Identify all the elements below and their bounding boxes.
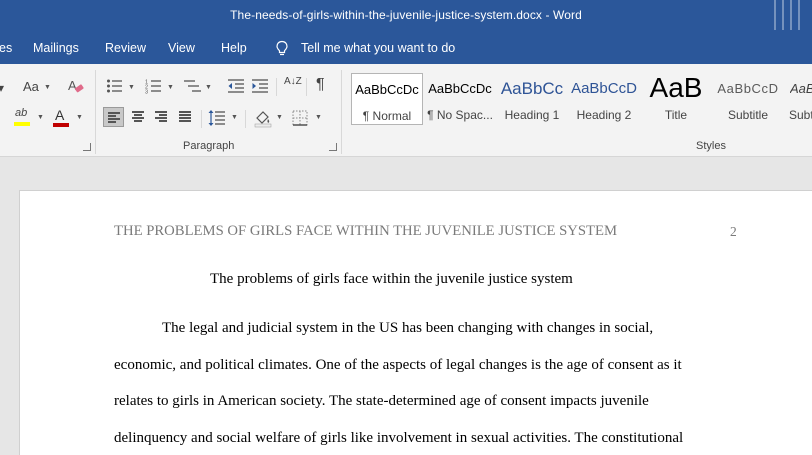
tell-me-search[interactable]: Tell me what you want to do (301, 41, 455, 55)
align-left-icon (108, 112, 120, 123)
align-left-button[interactable] (103, 107, 124, 127)
highlight-color-swatch (14, 122, 30, 126)
justify-icon (179, 111, 191, 122)
title-bar: The-needs-of-girls-within-the-juvenile-j… (0, 0, 812, 33)
tab-view[interactable]: View (168, 41, 195, 55)
chevron-down-icon[interactable]: ▼ (76, 114, 83, 121)
ribbon-tabs: es Mailings Review View Help Tell me wha… (0, 33, 812, 64)
body-line[interactable]: delinquency and social welfare of girls … (114, 430, 683, 447)
chevron-down-icon[interactable]: ▼ (276, 114, 283, 121)
tab-review[interactable]: Review (105, 41, 146, 55)
justify-button[interactable] (175, 107, 196, 127)
highlighter-icon: ab (15, 107, 28, 119)
multilevel-list-icon[interactable] (183, 78, 202, 94)
divider (201, 110, 202, 128)
style-heading-1[interactable]: AaBbCc Heading 1 (498, 73, 566, 125)
align-right-button[interactable] (151, 107, 172, 127)
line-spacing-icon[interactable] (208, 109, 226, 127)
increase-indent-icon[interactable] (251, 78, 269, 94)
font-color-button[interactable]: A (52, 107, 72, 129)
style-normal[interactable]: AaBbCcDc ¶ Normal (351, 73, 423, 125)
clear-formatting-icon[interactable]: A (67, 77, 85, 95)
body-line[interactable]: relates to girls in American society. Th… (114, 393, 649, 410)
chevron-down-icon[interactable]: ▼ (44, 84, 51, 91)
body-line[interactable]: The legal and judicial system in the US … (162, 320, 653, 337)
shading-icon[interactable] (253, 108, 273, 128)
style-subtle-emphasis[interactable]: AaBl Subt (786, 73, 812, 125)
group-divider (341, 70, 342, 154)
style-title[interactable]: AaB Title (642, 72, 710, 125)
document-canvas[interactable]: THE PROBLEMS OF GIRLS FACE WITHIN THE JU… (0, 157, 812, 455)
page-number: 2 (730, 224, 737, 239)
tab-mailings[interactable]: Mailings (33, 41, 79, 55)
style-no-spacing[interactable]: AaBbCcDc ¶ No Spac... (425, 73, 495, 125)
chevron-down-icon[interactable]: ▼ (37, 114, 44, 121)
divider (245, 110, 246, 128)
svg-text:3: 3 (145, 90, 148, 95)
chevron-down-icon[interactable]: ▼ (128, 84, 135, 91)
lightbulb-icon (276, 40, 288, 56)
font-size-caret-icon[interactable]: ▾ (0, 80, 4, 96)
font-color-icon: A (55, 107, 65, 123)
highlight-button[interactable]: ab (12, 107, 34, 129)
divider (306, 78, 307, 96)
chevron-down-icon[interactable]: ▼ (231, 114, 238, 121)
running-header[interactable]: THE PROBLEMS OF GIRLS FACE WITHIN THE JU… (114, 223, 617, 240)
numbering-icon[interactable]: 1 2 3 (145, 78, 163, 94)
styles-group-label: Styles (696, 140, 726, 152)
show-formatting-marks-icon[interactable]: ¶ (316, 77, 325, 93)
change-case-button[interactable]: Aa (23, 79, 39, 95)
align-right-icon (155, 111, 167, 122)
font-color-swatch (53, 123, 69, 127)
svg-text:A: A (68, 78, 77, 93)
body-line[interactable]: economic, and political climates. One of… (114, 357, 682, 374)
style-subtitle[interactable]: AaBbCcD Subtitle (714, 73, 782, 125)
align-center-icon (132, 111, 144, 122)
chevron-down-icon[interactable]: ▼ (205, 84, 212, 91)
chevron-down-icon[interactable]: ▼ (315, 114, 322, 121)
window-title: The-needs-of-girls-within-the-juvenile-j… (230, 8, 582, 22)
divider (276, 78, 277, 96)
group-divider (95, 70, 96, 154)
document-page[interactable]: THE PROBLEMS OF GIRLS FACE WITHIN THE JU… (19, 190, 812, 455)
center-button[interactable] (128, 107, 149, 127)
chevron-down-icon[interactable]: ▼ (167, 84, 174, 91)
tab-references[interactable]: es (0, 41, 12, 55)
tab-help[interactable]: Help (221, 41, 247, 55)
decrease-indent-icon[interactable] (227, 78, 245, 94)
borders-icon[interactable] (292, 110, 308, 126)
bullets-icon[interactable] (106, 78, 124, 94)
paragraph-group-label: Paragraph (183, 140, 235, 152)
document-title[interactable]: The problems of girls face within the ju… (210, 271, 573, 288)
paragraph-dialog-launcher-icon[interactable] (329, 143, 337, 151)
sort-icon[interactable]: A↓Z (284, 77, 302, 87)
window-controls[interactable] (772, 0, 806, 30)
style-heading-2[interactable]: AaBbCcD Heading 2 (570, 73, 638, 125)
font-dialog-launcher-icon[interactable] (83, 143, 91, 151)
ribbon: ▾ Aa ▼ A ab ▼ A ▼ ▼ 1 2 3 ▼ ▼ A↓Z ¶ ▼ ▼ … (0, 64, 812, 157)
